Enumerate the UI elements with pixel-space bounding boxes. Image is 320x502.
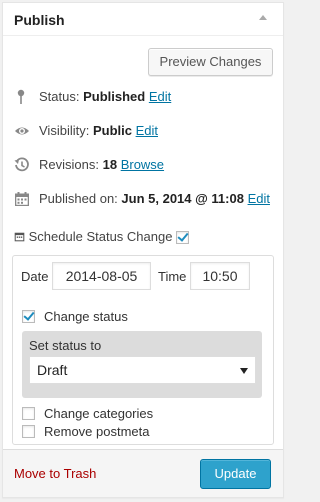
- schedule-panel: Date 2014-08-05 Time 10:50 Change status…: [12, 255, 274, 445]
- published-edit-link[interactable]: Edit: [248, 191, 270, 206]
- published-date: Jun 5, 2014 @ 11:08: [121, 191, 244, 206]
- publish-footer: Move to Trash Update: [3, 449, 283, 497]
- remove-postmeta-label: Remove postmeta: [44, 424, 150, 439]
- change-categories-checkbox[interactable]: [22, 407, 35, 420]
- date-input[interactable]: 2014-08-05: [52, 262, 151, 290]
- visibility-value: Public: [92, 123, 132, 138]
- collapse-toggle-icon[interactable]: [259, 15, 267, 20]
- calendar-small-icon: [14, 232, 25, 242]
- preview-changes-button[interactable]: Preview Changes: [148, 48, 273, 76]
- change-status-label: Change status: [44, 309, 128, 324]
- status-label: Status:: [39, 89, 80, 104]
- published-label: Published on:: [39, 191, 118, 206]
- visibility-label: Visibility:: [39, 123, 90, 138]
- date-label: Date: [21, 269, 49, 284]
- schedule-status-checkbox[interactable]: [176, 231, 190, 245]
- publish-box: Publish Preview Changes Status: Publishe…: [2, 2, 284, 498]
- remove-postmeta-checkbox[interactable]: [22, 425, 35, 438]
- revisions-count: 18: [102, 157, 118, 172]
- status-select[interactable]: Draft: [29, 356, 256, 384]
- set-status-box: Set status to Draft: [22, 331, 262, 398]
- update-button[interactable]: Update: [200, 459, 271, 489]
- time-input[interactable]: 10:50: [190, 262, 250, 290]
- status-edit-link[interactable]: Edit: [149, 89, 171, 104]
- publish-title: Publish: [14, 12, 65, 28]
- visibility-edit-link[interactable]: Edit: [136, 123, 158, 138]
- revisions-browse-link[interactable]: Browse: [121, 157, 164, 172]
- change-status-checkbox[interactable]: [22, 310, 35, 323]
- pin-icon: [17, 89, 25, 104]
- time-label: Time: [158, 269, 187, 284]
- move-to-trash-link[interactable]: Move to Trash: [14, 466, 96, 481]
- history-icon: [14, 157, 29, 172]
- calendar-icon: [15, 192, 29, 206]
- publish-header[interactable]: Publish: [3, 3, 283, 36]
- status-select-value: Draft: [37, 362, 68, 378]
- schedule-status-row: Schedule Status Change: [14, 227, 190, 247]
- dropdown-arrow-icon: [240, 368, 248, 374]
- change-categories-label: Change categories: [44, 406, 154, 421]
- schedule-status-label: Schedule Status Change: [28, 229, 173, 244]
- revisions-label: Revisions:: [39, 157, 99, 172]
- set-status-label: Set status to: [29, 338, 102, 353]
- eye-icon: [15, 127, 29, 135]
- status-value: Published: [83, 89, 146, 104]
